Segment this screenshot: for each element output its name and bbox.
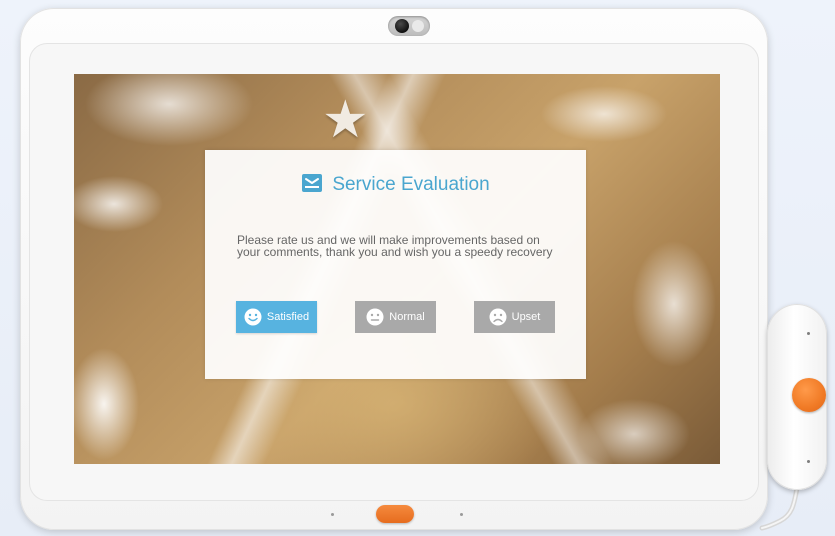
- front-camera: [388, 16, 430, 36]
- nurse-call-handset: [767, 304, 827, 490]
- normal-button[interactable]: Normal: [355, 301, 436, 333]
- sad-face-icon: [489, 308, 507, 326]
- handset-indicator-bottom: [807, 460, 810, 463]
- home-button[interactable]: [376, 505, 414, 523]
- starfish-image: ★: [322, 91, 369, 149]
- normal-label: Normal: [389, 311, 425, 323]
- upset-button[interactable]: Upset: [474, 301, 555, 333]
- satisfied-label: Satisfied: [266, 311, 310, 323]
- evaluation-tray-icon: [302, 174, 323, 192]
- upset-label: Upset: [511, 311, 541, 323]
- dialog-message: Please rate us and we will make improvem…: [237, 233, 553, 259]
- smile-face-icon: [244, 308, 262, 326]
- microphone-dot-right: [460, 513, 463, 516]
- neutral-face-icon: [366, 308, 384, 326]
- service-evaluation-dialog: Service Evaluation Please rate us and we…: [205, 150, 586, 379]
- microphone-dot-left: [331, 513, 334, 516]
- camera-lens: [395, 19, 409, 33]
- satisfied-button[interactable]: Satisfied: [236, 301, 317, 333]
- camera-sensor: [412, 20, 424, 32]
- dialog-title: Service Evaluation: [332, 174, 490, 195]
- device-mockup: ★ Service Evaluation Please rate us and …: [0, 0, 835, 536]
- dialog-title-row: Service Evaluation: [205, 172, 586, 196]
- call-button[interactable]: [792, 378, 826, 412]
- handset-indicator-top: [807, 332, 810, 335]
